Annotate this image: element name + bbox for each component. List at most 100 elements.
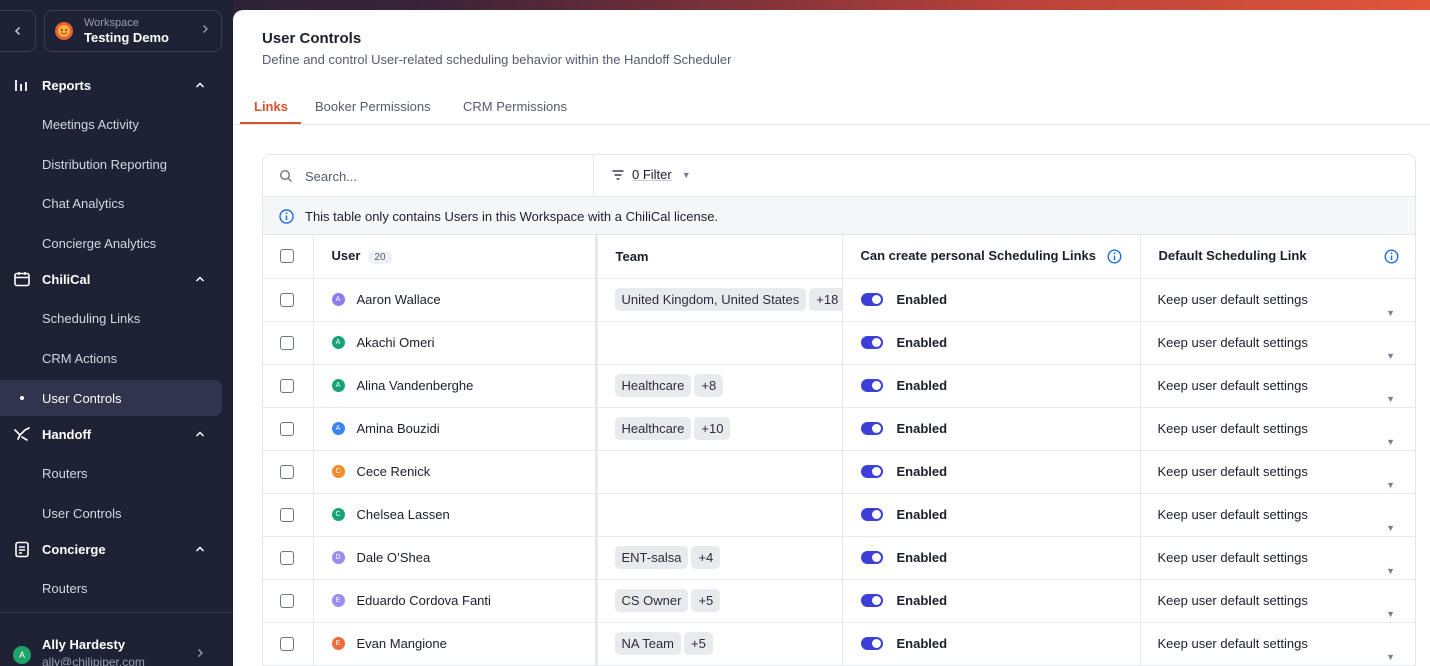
row-checkbox[interactable] [280,550,294,565]
table-row[interactable]: E Evan Mangione NA Team +5 Enabled Keep u… [263,622,1416,666]
default-link-select[interactable]: Keep user default settings ▼ [1141,636,1416,662]
default-link-select[interactable]: Keep user default settings ▼ [1141,378,1416,404]
select-all-checkbox[interactable] [280,249,294,264]
row-checkbox[interactable] [280,378,294,393]
team-pill[interactable]: +18 [809,288,841,311]
nav-section-label: Handoff [42,426,92,442]
sidebar-item-scheduling-links[interactable]: Scheduling Links [42,311,140,326]
column-header-can-create[interactable]: Can create personal Scheduling Links [842,235,1141,279]
sidebar-item-crm-actions[interactable]: CRM Actions [42,351,117,366]
nav-section-concierge[interactable]: Concierge [0,532,233,566]
calendar-icon [14,272,30,287]
sidebar-item-routers[interactable]: Routers [42,466,88,481]
sidebar-item-concierge-routers[interactable]: Routers [42,581,88,596]
row-checkbox[interactable] [280,421,294,436]
enabled-toggle[interactable] [860,551,883,564]
team-pill[interactable]: NA Team [614,632,682,655]
team-pill[interactable]: Healthcare [614,374,692,397]
tab-links[interactable]: Links [254,99,288,114]
team-cell: United Kingdom, United States +18 [596,278,843,322]
team-pill[interactable]: Healthcare [614,417,692,440]
row-checkbox[interactable] [280,464,294,479]
default-link-select[interactable]: Keep user default settings ▼ [1141,292,1416,318]
sidebar-item-user-controls-active[interactable]: User Controls [0,380,222,416]
user-menu[interactable]: A Ally Hardesty ally@chilipiper.com [0,612,233,666]
tab-booker-permissions[interactable]: Booker Permissions [315,99,431,114]
info-icon[interactable] [1106,249,1122,264]
default-link-select[interactable]: Keep user default settings ▼ [1141,507,1416,533]
collapse-sidebar-button[interactable] [0,10,36,52]
avatar: A [331,422,345,435]
user-cell: D Dale O’Shea [313,536,598,580]
sidebar-item-distribution-reporting[interactable]: Distribution Reporting [42,157,167,172]
sidebar-item-concierge-analytics[interactable]: Concierge Analytics [42,236,156,251]
default-link-select[interactable]: Keep user default settings ▼ [1141,335,1416,361]
team-pill[interactable]: +10 [694,417,731,440]
column-header-team[interactable]: Team [596,235,843,279]
column-header-user[interactable]: User 20 [313,235,598,279]
sidebar-item-meetings-activity[interactable]: Meetings Activity [42,117,139,132]
tab-crm-permissions[interactable]: CRM Permissions [463,99,567,114]
user-name: Akachi Omeri [356,335,435,350]
default-link-select[interactable]: Keep user default settings ▼ [1141,421,1416,447]
enabled-toggle[interactable] [860,465,883,478]
table-row[interactable]: C Chelsea Lassen Enabled Keep user defau… [263,493,1416,537]
table-row[interactable]: A Amina Bouzidi Healthcare +10 Enabled Ke… [263,407,1416,451]
can-create-cell: Enabled [842,278,1141,322]
notice-text: This table only contains Users in this W… [305,209,719,224]
team-pill[interactable]: +8 [694,374,724,397]
toggle-label: Enabled [896,292,948,307]
can-create-cell: Enabled [842,536,1141,580]
enabled-toggle[interactable] [860,293,883,306]
row-checkbox[interactable] [280,507,294,522]
user-cell: A Alina Vandenberghe [313,364,598,408]
enabled-toggle[interactable] [860,637,883,650]
enabled-toggle[interactable] [860,508,883,521]
user-name: Evan Mangione [356,636,447,651]
caret-down-icon: ▼ [1386,652,1395,662]
enabled-toggle[interactable] [860,379,883,392]
default-link-cell: Keep user default settings ▼ [1140,622,1416,666]
workspace-logo-icon [55,22,73,40]
table-row[interactable]: A Akachi Omeri Enabled Keep user default… [263,321,1416,365]
default-link-select[interactable]: Keep user default settings ▼ [1141,464,1416,490]
default-link-select[interactable]: Keep user default settings ▼ [1141,550,1416,576]
default-link-select[interactable]: Keep user default settings ▼ [1141,593,1416,619]
table-toolbar: 0 Filter ▼ [263,155,1415,197]
table-row[interactable]: C Cece Renick Enabled Keep user default … [263,450,1416,494]
row-checkbox[interactable] [280,636,294,651]
row-checkbox[interactable] [280,292,294,307]
table-row[interactable]: E Eduardo Cordova Fanti CS Owner +5 Enabl… [263,579,1416,623]
team-pill[interactable]: +5 [691,589,721,612]
sidebar-item-chat-analytics[interactable]: Chat Analytics [42,196,124,211]
nav-section-handoff[interactable]: Handoff [0,417,233,451]
team-pill[interactable]: CS Owner [614,589,689,612]
enabled-toggle[interactable] [860,422,883,435]
filter-button[interactable]: 0 Filter ▼ [612,167,691,182]
column-header-default-link[interactable]: Default Scheduling Link [1140,235,1415,279]
team-pill[interactable]: United Kingdom, United States [614,288,807,311]
table-row[interactable]: A Aaron Wallace United Kingdom, United S… [263,278,1416,322]
table-row[interactable]: D Dale O’Shea ENT-salsa +4 Enabled Keep u… [263,536,1416,580]
row-checkbox[interactable] [280,335,294,350]
row-checkbox[interactable] [280,593,294,608]
avatar: C [331,508,345,521]
table-row[interactable]: A Alina Vandenberghe Healthcare +8 Enable… [263,364,1416,408]
team-pill[interactable]: ENT-salsa [614,546,689,569]
enabled-toggle[interactable] [860,336,883,349]
default-link-cell: Keep user default settings ▼ [1140,321,1416,365]
workspace-switcher[interactable]: Workspace Testing Demo [44,10,222,52]
can-create-cell: Enabled [842,493,1141,537]
nav-section-chilical[interactable]: ChiliCal [0,262,233,296]
caret-down-icon: ▼ [1386,566,1395,576]
nav-section-reports[interactable]: Reports [0,68,233,102]
team-pill[interactable]: +5 [684,632,713,655]
enabled-toggle[interactable] [860,594,883,607]
search-input[interactable] [305,166,575,186]
user-cell: E Eduardo Cordova Fanti [313,579,598,623]
sidebar-item-handoff-user-controls[interactable]: User Controls [42,506,121,521]
user-cell: A Amina Bouzidi [313,407,598,451]
team-pill[interactable]: +4 [691,546,721,569]
caret-down-icon: ▼ [1386,523,1395,533]
info-icon[interactable] [1384,249,1399,264]
